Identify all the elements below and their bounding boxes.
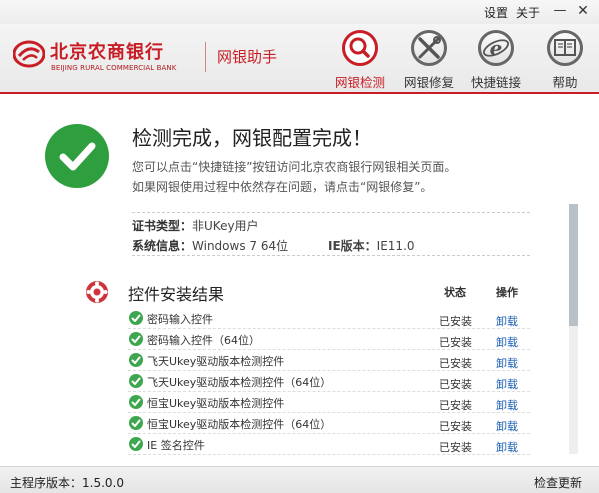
installed-check-icon <box>129 395 143 409</box>
uninstall-link[interactable]: 卸载 <box>496 355 518 371</box>
control-row: 飞天Ukey驱动版本检测控件（64位） 已安装 卸载 <box>128 371 530 392</box>
control-row: 飞天Ukey驱动版本检测控件 已安装 卸载 <box>128 350 530 371</box>
content-scrollbar[interactable] <box>569 204 578 454</box>
main-panel: 检测完成，网银配置完成！ 您可以点击“快捷链接”按钮访问北京农商银行网银相关页面… <box>0 96 599 466</box>
controls-section-title: 控件安装结果 <box>128 285 225 304</box>
system-info-value: Windows 7 64位 <box>192 239 289 253</box>
nav-repair[interactable]: 网银修复 <box>398 28 460 92</box>
ie-browser-icon: e <box>483 36 509 60</box>
minimize-button[interactable]: — <box>552 2 568 20</box>
system-info-label: 系统信息： <box>132 239 193 253</box>
wrench-screwdriver-icon <box>418 36 441 59</box>
control-status: 已安装 <box>439 378 472 391</box>
uninstall-link[interactable]: 卸载 <box>496 313 518 329</box>
control-status: 已安装 <box>439 399 472 412</box>
control-status: 已安装 <box>439 420 472 433</box>
system-info-box: 证书类型：非UKey用户 系统信息：Windows 7 64位 IE版本：IE1… <box>132 212 530 256</box>
installed-check-icon <box>129 437 143 451</box>
cert-type-label: 证书类型： <box>132 219 193 233</box>
uninstall-link[interactable]: 卸载 <box>496 397 518 413</box>
control-status: 已安装 <box>439 315 472 328</box>
installed-check-icon <box>129 353 143 367</box>
cert-type-row: 证书类型：非UKey用户 <box>132 217 259 234</box>
system-info-row: 系统信息：Windows 7 64位 <box>132 237 288 254</box>
product-name: 网银助手 <box>217 48 278 66</box>
installed-check-icon <box>129 374 143 388</box>
book-icon <box>554 39 576 56</box>
result-hint-1: 您可以点击“快捷链接”按钮访问北京农商银行网银相关页面。 <box>132 160 457 174</box>
control-status: 已安装 <box>439 357 472 370</box>
control-name: 恒宝Ukey驱动版本检测控件（64位） <box>147 418 332 431</box>
control-name: 飞天Ukey驱动版本检测控件（64位） <box>147 376 332 389</box>
program-version: 主程序版本：1.5.0.0 <box>10 476 124 490</box>
bank-name: 北京农商银行 <box>50 42 164 63</box>
control-name: 密码输入控件 <box>147 313 213 326</box>
ie-version-row: IE版本：IE11.0 <box>328 237 415 254</box>
control-name: IE 签名控件 <box>147 439 205 452</box>
controls-list: 密码输入控件 已安装 卸载 密码输入控件（64位） 已安装 卸载 飞天Ukey驱… <box>128 308 530 455</box>
ie-version-label: IE版本： <box>328 239 377 253</box>
nav-links-label: 快捷链接 <box>470 75 521 90</box>
status-bar: 主程序版本：1.5.0.0 检查更新 <box>0 466 599 493</box>
about-link[interactable]: 关于 <box>516 4 540 21</box>
bank-logo-icon <box>13 40 45 68</box>
nav-repair-label: 网银修复 <box>403 75 454 90</box>
control-row: 密码输入控件 已安装 卸载 <box>128 308 530 329</box>
control-row: 密码输入控件（64位） 已安装 卸载 <box>128 329 530 350</box>
uninstall-link[interactable]: 卸载 <box>496 439 518 455</box>
magnifier-icon <box>349 37 370 58</box>
success-check-icon <box>45 124 109 188</box>
ie-version-value: IE11.0 <box>376 239 415 253</box>
result-title: 检测完成，网银配置完成！ <box>132 126 372 150</box>
uninstall-link[interactable]: 卸载 <box>496 376 518 392</box>
logo-divider <box>205 42 206 72</box>
gear-badge-icon <box>86 281 108 303</box>
nav-check[interactable]: 网银检测 <box>329 28 391 92</box>
app-header: 北京农商银行 BEIJING RURAL COMMERCIAL BANK 网银助… <box>0 24 599 94</box>
control-row: 恒宝Ukey驱动版本检测控件（64位） 已安装 卸载 <box>128 413 530 434</box>
uninstall-link[interactable]: 卸载 <box>496 418 518 434</box>
title-bar: 设置 关于 — ✕ <box>0 0 599 24</box>
nav-check-label: 网银检测 <box>334 75 385 90</box>
nav-help-label: 帮助 <box>552 75 578 90</box>
control-name: 飞天Ukey驱动版本检测控件 <box>147 355 285 368</box>
control-name: 密码输入控件（64位） <box>147 334 260 347</box>
nav-links[interactable]: e 快捷链接 <box>465 28 527 92</box>
installed-check-icon <box>129 332 143 346</box>
nav-help[interactable]: 帮助 <box>534 28 596 92</box>
uninstall-link[interactable]: 卸载 <box>496 334 518 350</box>
control-status: 已安装 <box>439 441 472 454</box>
control-row: IE 签名控件 已安装 卸载 <box>128 434 530 455</box>
bank-name-en: BEIJING RURAL COMMERCIAL BANK <box>51 64 177 72</box>
status-column-header: 状态 <box>444 286 466 299</box>
check-update-link[interactable]: 检查更新 <box>534 474 582 491</box>
control-status: 已安装 <box>439 336 472 349</box>
cert-type-value: 非UKey用户 <box>192 219 259 233</box>
installed-check-icon <box>129 416 143 430</box>
result-hint-2: 如果网银使用过程中依然存在问题，请点击“网银修复”。 <box>132 180 433 194</box>
operation-column-header: 操作 <box>496 286 518 299</box>
close-button[interactable]: ✕ <box>575 2 591 20</box>
control-name: 恒宝Ukey驱动版本检测控件 <box>147 397 285 410</box>
settings-link[interactable]: 设置 <box>484 4 508 21</box>
installed-check-icon <box>129 311 143 325</box>
scrollbar-thumb[interactable] <box>569 204 578 326</box>
control-row: 恒宝Ukey驱动版本检测控件 已安装 卸载 <box>128 392 530 413</box>
